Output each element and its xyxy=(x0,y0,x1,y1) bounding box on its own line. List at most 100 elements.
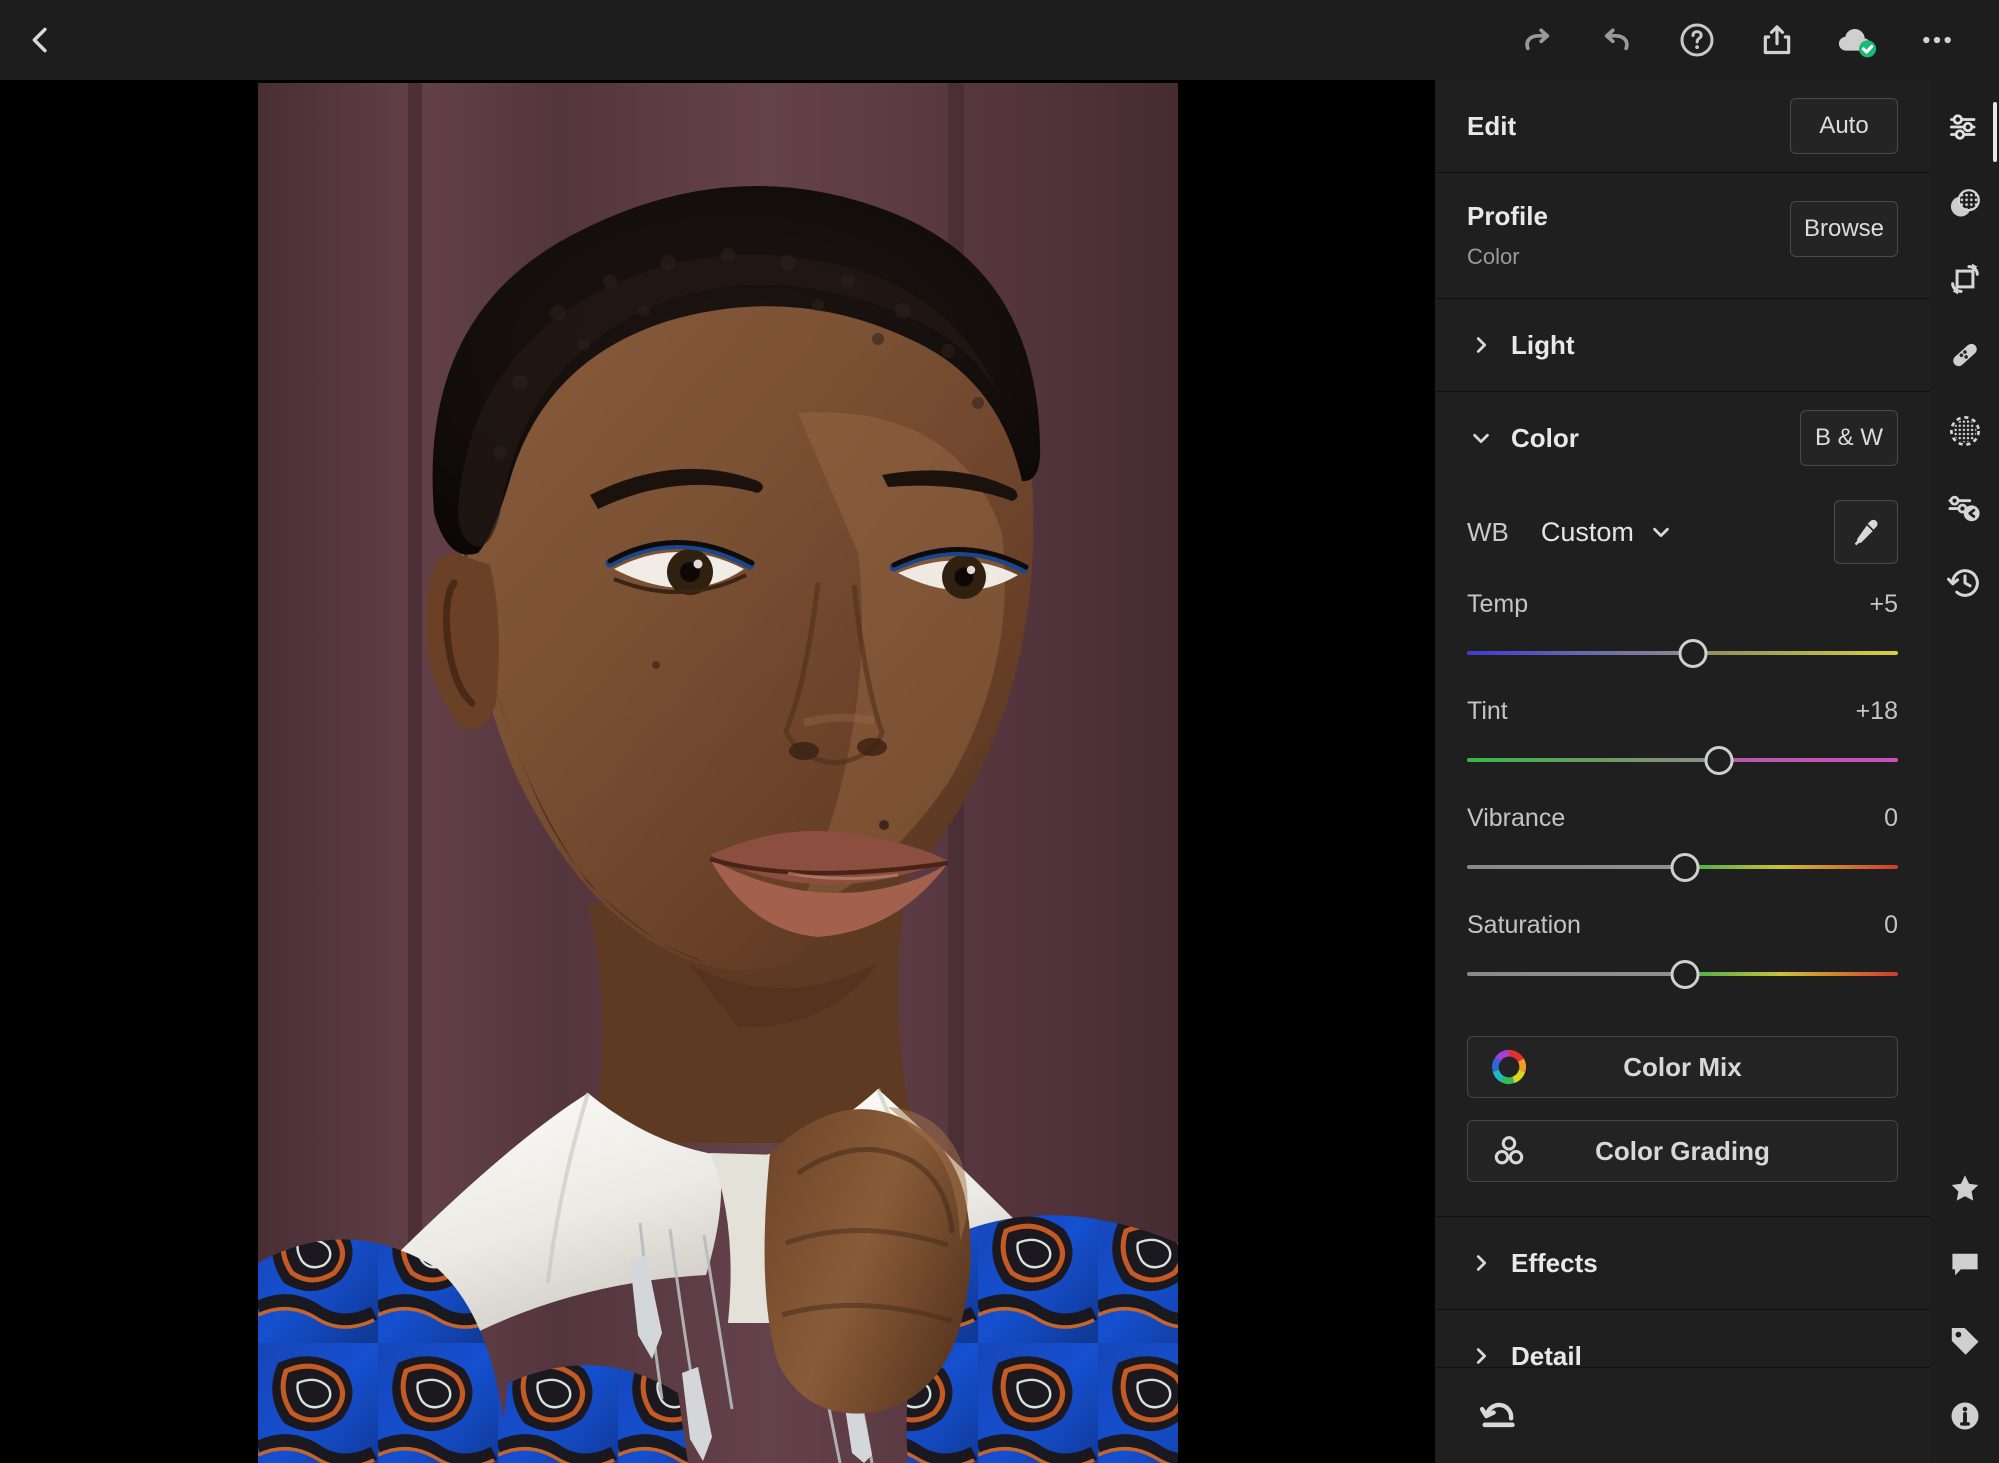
slider-vibrance-label: Vibrance xyxy=(1467,804,1566,832)
rail-item-masking[interactable] xyxy=(1930,170,1999,236)
slider-vibrance[interactable]: Vibrance 0 xyxy=(1467,786,1898,893)
reset-button[interactable] xyxy=(1471,1388,1527,1444)
share-button[interactable] xyxy=(1737,0,1817,80)
chevron-down-icon xyxy=(1461,427,1501,449)
slider-saturation[interactable]: Saturation 0 xyxy=(1467,893,1898,1000)
crop-icon xyxy=(1950,263,1979,295)
chevron-right-icon xyxy=(1461,1345,1501,1367)
reset-icon xyxy=(1479,1402,1515,1427)
more-options-icon xyxy=(1923,36,1951,44)
more-options-button[interactable] xyxy=(1897,0,1977,80)
photo-preview[interactable] xyxy=(258,83,1178,1463)
slider-tint-track-right xyxy=(1719,758,1898,762)
edit-panel-footer xyxy=(1435,1367,1930,1463)
color-sliders: Temp +5 Tint +18 Vibrance 0 Saturation 0 xyxy=(1467,572,1898,1000)
star-rating-icon xyxy=(1951,1175,1978,1201)
tool-rail-top xyxy=(1930,80,1999,616)
rail-item-rating[interactable] xyxy=(1930,1155,1999,1221)
slider-vibrance-track-left xyxy=(1467,865,1685,869)
back-button[interactable] xyxy=(0,0,80,80)
rail-item-versions[interactable] xyxy=(1930,550,1999,616)
color-grading-button[interactable]: Color Grading xyxy=(1467,1120,1898,1182)
slider-tint-value: +18 xyxy=(1855,697,1898,725)
healing-icon xyxy=(1952,343,1977,367)
lightroom-editor-window: Edit Auto Profile Color Browse Light Col… xyxy=(0,0,1999,1463)
slider-saturation-track-right xyxy=(1684,972,1898,976)
rail-item-presets[interactable] xyxy=(1930,474,1999,540)
rail-item-comments[interactable] xyxy=(1930,1231,1999,1297)
color-mix-button[interactable]: Color Mix xyxy=(1467,1036,1898,1098)
denoise-icon xyxy=(1949,416,1980,446)
slider-tint[interactable]: Tint +18 xyxy=(1467,679,1898,786)
section-color-header[interactable]: Color B & W xyxy=(1467,392,1898,484)
rail-item-edit[interactable] xyxy=(1930,94,1999,162)
slider-saturation-knob[interactable] xyxy=(1670,960,1700,989)
versions-icon xyxy=(1946,569,1979,597)
edit-header-section: Edit Auto xyxy=(1435,80,1930,173)
top-toolbar xyxy=(0,0,1999,80)
active-indicator xyxy=(1993,102,1997,162)
auto-button[interactable]: Auto xyxy=(1790,98,1898,154)
undo-button[interactable] xyxy=(1577,0,1657,80)
section-detail-label: Detail xyxy=(1511,1340,1582,1368)
browse-profiles-button[interactable]: Browse xyxy=(1790,201,1898,257)
edit-icon xyxy=(1949,114,1975,140)
presets-icon xyxy=(1948,495,1980,522)
slider-temp-track-left xyxy=(1467,651,1694,655)
comment-icon xyxy=(1951,1253,1978,1276)
rail-item-keywords[interactable] xyxy=(1930,1307,1999,1373)
page-title: Edit xyxy=(1467,110,1517,141)
rail-item-healing[interactable] xyxy=(1930,322,1999,388)
slider-temp[interactable]: Temp +5 xyxy=(1467,572,1898,679)
slider-saturation-label: Saturation xyxy=(1467,911,1581,939)
chevron-right-icon xyxy=(1461,334,1501,356)
tool-rail-bottom xyxy=(1930,1155,1999,1449)
section-color-label: Color xyxy=(1511,422,1579,453)
share-icon xyxy=(1763,25,1791,55)
slider-tint-knob[interactable] xyxy=(1704,746,1734,775)
slider-vibrance-knob[interactable] xyxy=(1670,853,1700,882)
eyedropper-button[interactable] xyxy=(1834,500,1898,564)
color-mix-label: Color Mix xyxy=(1623,1051,1742,1082)
portrait-photo xyxy=(258,83,1178,1463)
rail-item-denoise[interactable] xyxy=(1930,398,1999,464)
slider-saturation-value: 0 xyxy=(1884,911,1898,939)
chevron-left-icon xyxy=(32,27,47,53)
chevron-down-icon xyxy=(1653,527,1669,538)
profile-label: Profile xyxy=(1467,201,1548,231)
eyedropper-icon xyxy=(1854,519,1878,546)
photo-canvas[interactable] xyxy=(0,80,1435,1463)
edit-panel-scroll[interactable]: Edit Auto Profile Color Browse Light Col… xyxy=(1435,80,1930,1367)
undo-icon xyxy=(1604,28,1629,51)
profile-section: Profile Color Browse xyxy=(1435,173,1930,299)
bw-button[interactable]: B & W xyxy=(1800,410,1898,466)
wb-dropdown[interactable]: Custom xyxy=(1541,517,1672,548)
slider-temp-knob[interactable] xyxy=(1678,639,1708,668)
top-toolbar-actions xyxy=(1497,0,1999,80)
rail-item-crop[interactable] xyxy=(1930,246,1999,312)
section-effects-label: Effects xyxy=(1511,1247,1598,1278)
cloud-sync-status[interactable] xyxy=(1817,0,1897,80)
section-color: Color B & W WB Custom Temp +5 Tint +18 V… xyxy=(1435,392,1930,1217)
help-icon xyxy=(1680,23,1714,57)
color-wheel-icon xyxy=(1490,1048,1528,1086)
info-icon xyxy=(1951,1402,1978,1430)
slider-tint-label: Tint xyxy=(1467,697,1508,725)
section-light[interactable]: Light xyxy=(1435,299,1930,392)
section-light-label: Light xyxy=(1511,329,1575,360)
masking-icon xyxy=(1950,189,1980,217)
slider-saturation-track-left xyxy=(1467,972,1685,976)
slider-vibrance-track-right xyxy=(1684,865,1898,869)
redo-button[interactable] xyxy=(1497,0,1577,80)
tool-rail xyxy=(1930,80,1999,1463)
help-button[interactable] xyxy=(1657,0,1737,80)
edit-panel: Edit Auto Profile Color Browse Light Col… xyxy=(1435,80,1930,1463)
slider-temp-value: +5 xyxy=(1869,590,1898,618)
white-balance-row: WB Custom xyxy=(1467,484,1898,572)
color-grading-icon xyxy=(1490,1132,1528,1170)
rail-item-info[interactable] xyxy=(1930,1383,1999,1449)
chevron-right-icon xyxy=(1461,1252,1501,1274)
wb-label: WB xyxy=(1467,516,1509,547)
section-effects[interactable]: Effects xyxy=(1435,1217,1930,1310)
section-detail[interactable]: Detail xyxy=(1435,1310,1930,1367)
